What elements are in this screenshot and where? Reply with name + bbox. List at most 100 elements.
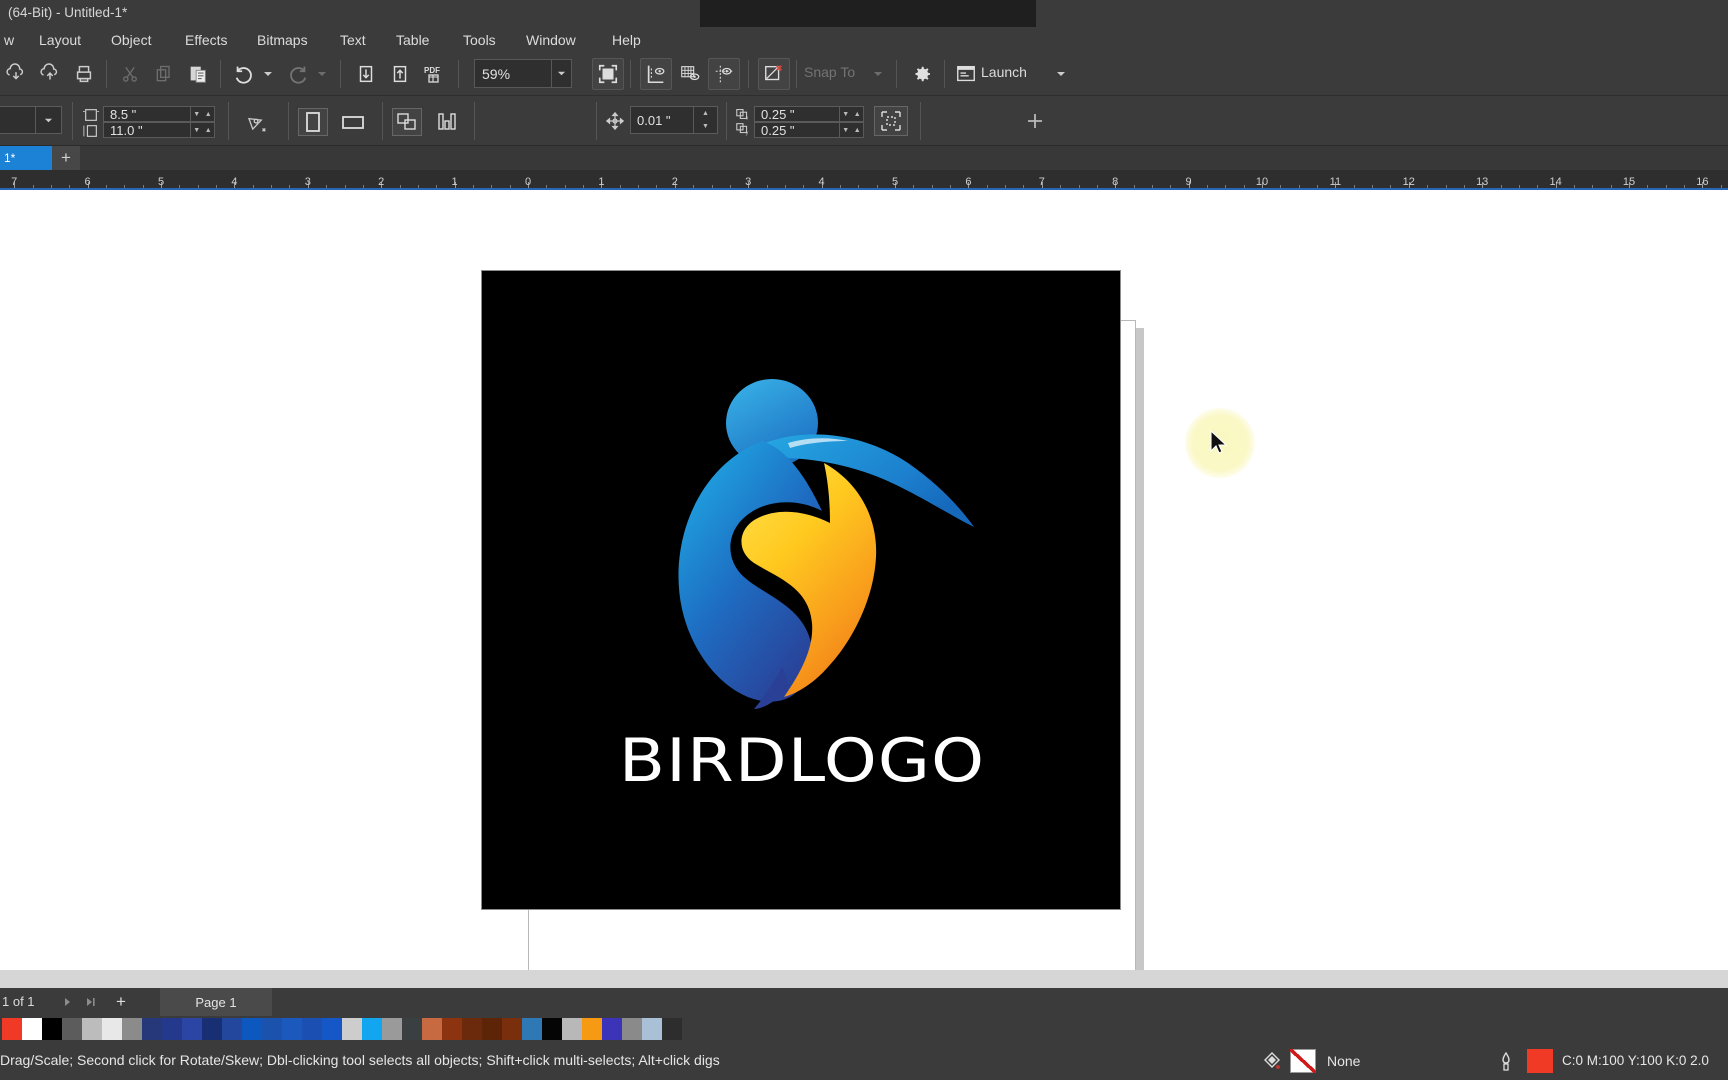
palette-swatch[interactable] (662, 1018, 682, 1040)
palette-swatch[interactable] (122, 1018, 142, 1040)
clear-transform-icon[interactable] (758, 58, 790, 90)
palette-swatch[interactable] (22, 1018, 42, 1040)
palette-swatch[interactable] (502, 1018, 522, 1040)
menu-item-object[interactable]: Object (107, 30, 155, 50)
palette-swatch[interactable] (342, 1018, 362, 1040)
full-screen-preview-icon[interactable] (592, 58, 624, 90)
palette-swatch[interactable] (162, 1018, 182, 1040)
ruler-label: 9 (1185, 176, 1192, 188)
palette-swatch[interactable] (442, 1018, 462, 1040)
palette-swatch[interactable] (322, 1018, 342, 1040)
palette-swatch[interactable] (382, 1018, 402, 1040)
horizontal-ruler[interactable]: 7 6 5 4 3 2 1 0 1 2 3 4 5 6 7 8 9 10 11 12 13 14 15 16 (0, 170, 1728, 190)
outline-pen-icon (1497, 1051, 1515, 1073)
palette-swatch[interactable] (302, 1018, 322, 1040)
launch-app-icon[interactable] (950, 58, 982, 90)
palette-swatch[interactable] (602, 1018, 622, 1040)
menu-item-layout[interactable]: Layout (35, 30, 85, 50)
menu-item-help[interactable]: Help (608, 30, 645, 50)
page-width-field[interactable]: 8.5 " ▼ ▲ (103, 106, 215, 122)
palette-swatch[interactable] (582, 1018, 602, 1040)
add-page-button[interactable]: + (110, 992, 132, 1012)
next-page-icon[interactable] (80, 992, 102, 1012)
menu-item-tools[interactable]: Tools (459, 30, 500, 50)
palette-swatch[interactable] (222, 1018, 242, 1040)
page-size-swap-icon[interactable] (244, 110, 270, 134)
palette-swatch[interactable] (2, 1018, 22, 1040)
page-height-field[interactable]: 11.0 " ▼ ▲ (103, 122, 215, 138)
zoom-level-dropdown[interactable]: 59% (474, 59, 572, 88)
current-page-icon[interactable] (432, 108, 462, 136)
menu-item-view[interactable]: w (0, 30, 18, 50)
nudge-offset-field[interactable]: 0.01 " ▲ ▼ (630, 106, 718, 134)
redo-dropdown-icon[interactable] (306, 58, 338, 90)
edit-toolbar-plus-icon[interactable] (1024, 110, 1046, 132)
show-rulers-icon[interactable] (640, 58, 672, 90)
drawing-scale-icon[interactable] (874, 106, 908, 136)
menu-item-effects[interactable]: Effects (181, 30, 232, 50)
document-tab-untitled-1[interactable]: 1* (0, 146, 52, 170)
export-icon[interactable] (384, 58, 416, 90)
add-document-tab-button[interactable]: + (52, 146, 80, 170)
import-icon[interactable] (350, 58, 382, 90)
palette-swatch[interactable] (242, 1018, 262, 1040)
menu-item-window[interactable]: Window (522, 30, 580, 50)
chevron-down-icon[interactable] (551, 60, 571, 87)
duplicate-distance-y-field[interactable]: 0.25 " ▼ ▲ (754, 122, 864, 138)
palette-swatch[interactable] (182, 1018, 202, 1040)
logo-artwork-object[interactable]: BIRDLOGO (481, 270, 1121, 910)
palette-swatch[interactable] (482, 1018, 502, 1040)
palette-swatch[interactable] (542, 1018, 562, 1040)
outline-color-swatch[interactable] (1527, 1049, 1553, 1073)
menu-item-text[interactable]: Text (336, 30, 370, 50)
new-document-icon[interactable] (0, 58, 32, 90)
snap-to-label[interactable]: Snap To (804, 64, 855, 80)
page-size-preset-dropdown[interactable] (0, 106, 62, 134)
show-guides-icon[interactable] (708, 58, 740, 90)
palette-swatch[interactable] (262, 1018, 282, 1040)
palette-swatch[interactable] (202, 1018, 222, 1040)
previous-page-icon[interactable] (56, 992, 78, 1012)
palette-swatch[interactable] (522, 1018, 542, 1040)
launch-label[interactable]: Launch (981, 64, 1027, 80)
page-orientation-landscape-icon[interactable] (338, 108, 368, 136)
horizontal-scrollbar[interactable] (0, 970, 1728, 988)
palette-swatch[interactable] (462, 1018, 482, 1040)
publish-pdf-icon[interactable]: PDF (418, 58, 450, 90)
palette-swatch[interactable] (622, 1018, 642, 1040)
ruler-label: 6 (965, 176, 972, 188)
page-width-icon (82, 108, 100, 122)
page-tab-page-1[interactable]: Page 1 (160, 988, 272, 1016)
fill-color-swatch[interactable] (1290, 1049, 1316, 1073)
all-pages-icon[interactable] (392, 108, 422, 136)
ruler-label: 1 (451, 176, 458, 188)
paste-icon[interactable] (182, 58, 214, 90)
palette-swatch[interactable] (422, 1018, 442, 1040)
drawing-canvas[interactable]: BIRDLOGO (0, 190, 1728, 970)
show-grid-icon[interactable] (674, 58, 706, 90)
snap-to-dropdown-icon[interactable] (862, 58, 894, 90)
menu-item-table[interactable]: Table (392, 30, 433, 50)
menu-item-bitmaps[interactable]: Bitmaps (253, 30, 312, 50)
cut-icon[interactable] (114, 58, 146, 90)
ruler-label: 14 (1549, 176, 1562, 188)
palette-swatch[interactable] (142, 1018, 162, 1040)
palette-swatch[interactable] (642, 1018, 662, 1040)
duplicate-distance-x-field[interactable]: 0.25 " ▼ ▲ (754, 106, 864, 122)
palette-swatch[interactable] (362, 1018, 382, 1040)
palette-swatch[interactable] (62, 1018, 82, 1040)
palette-swatch[interactable] (42, 1018, 62, 1040)
palette-swatch[interactable] (402, 1018, 422, 1040)
page-orientation-portrait-icon[interactable] (298, 108, 328, 136)
palette-swatch[interactable] (562, 1018, 582, 1040)
palette-swatch[interactable] (82, 1018, 102, 1040)
ruler-label: 3 (745, 176, 752, 188)
palette-swatch[interactable] (102, 1018, 122, 1040)
options-gear-icon[interactable] (906, 58, 938, 90)
copy-icon[interactable] (148, 58, 180, 90)
open-document-icon[interactable] (34, 58, 66, 90)
launch-dropdown-icon[interactable] (1045, 58, 1077, 90)
undo-dropdown-icon[interactable] (252, 58, 284, 90)
palette-swatch[interactable] (282, 1018, 302, 1040)
print-icon[interactable] (68, 58, 100, 90)
